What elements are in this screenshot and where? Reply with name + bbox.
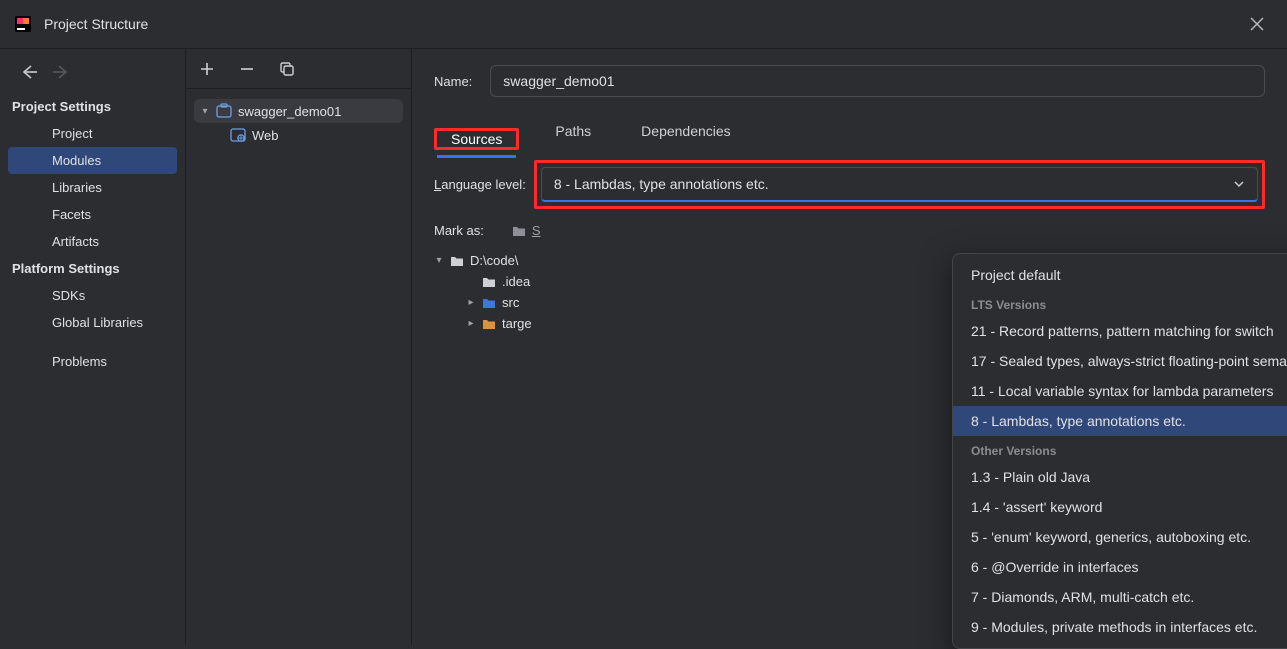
main-panel: Name: Sources Paths Dependencies Languag… [412,49,1287,645]
module-tabs: Sources Paths Dependencies [434,115,1265,150]
chevron-right-icon[interactable]: ▸ [466,297,476,308]
sidebar-group-platform-settings: Platform Settings [0,255,185,282]
folder-icon [512,225,526,237]
tab-dependencies[interactable]: Dependencies [627,115,745,150]
tree-module-root[interactable]: ▾ swagger_demo01 [194,99,403,123]
tree-root-label: D:\code\ [470,253,518,268]
sidebar-group-project-settings: Project Settings [0,93,185,120]
tree-folder-label: .idea [502,274,530,289]
chevron-right-icon[interactable]: ▸ [466,318,476,329]
sidebar-item-libraries[interactable]: Libraries [8,174,177,201]
popup-item[interactable]: 5 - 'enum' keyword, generics, autoboxing… [953,522,1287,552]
sidebar-item-problems[interactable]: Problems [8,348,177,375]
tree-item-web[interactable]: Web [224,123,403,147]
sidebar-item-global-libraries[interactable]: Global Libraries [8,309,177,336]
mark-as-label: Mark as: [434,223,484,238]
popup-group-header: Other Versions [953,436,1287,462]
popup-item[interactable]: 17 - Sealed types, always-strict floatin… [953,346,1287,376]
module-name-input[interactable] [490,65,1265,97]
tab-paths[interactable]: Paths [541,115,605,150]
language-level-label: Language level: [434,177,526,192]
popup-item[interactable]: 6 - @Override in interfaces [953,552,1287,582]
popup-item[interactable]: 7 - Diamonds, ARM, multi-catch etc. [953,582,1287,612]
chevron-down-icon [1233,178,1245,190]
language-level-dropdown[interactable]: 8 - Lambdas, type annotations etc. [541,167,1258,202]
name-label: Name: [434,74,472,89]
popup-item-default[interactable]: Project default [953,260,1287,290]
sidebar-item-facets[interactable]: Facets [8,201,177,228]
sidebar-item-modules[interactable]: Modules [8,147,177,174]
tree-folder-label: src [502,295,519,310]
popup-item-selected[interactable]: 8 - Lambdas, type annotations etc. [953,406,1287,436]
mark-as-partial-label: S [532,223,541,238]
dropdown-selected-value: 8 - Lambdas, type annotations etc. [554,176,769,192]
app-icon [14,15,32,33]
sidebar-item-artifacts[interactable]: Artifacts [8,228,177,255]
tree-folder-label: targe [502,316,532,331]
forward-icon[interactable] [52,65,70,79]
chevron-down-icon[interactable]: ▾ [200,106,210,117]
module-icon [216,103,232,119]
module-tree-panel: ▾ swagger_demo01 Web [186,49,412,645]
folder-icon [450,255,464,267]
tree-item-label: Web [252,128,279,143]
mark-as-option[interactable]: S [512,223,541,238]
popup-group-header: LTS Versions [953,290,1287,316]
chevron-down-icon[interactable]: ▾ [434,255,444,266]
tree-toolbar [186,49,411,89]
left-sidebar: Project Settings Project Modules Librari… [0,49,186,645]
folder-icon [482,318,496,330]
copy-icon[interactable] [280,62,294,76]
sidebar-item-sdks[interactable]: SDKs [8,282,177,309]
folder-icon [482,276,496,288]
popup-item[interactable]: 21 - Record patterns, pattern matching f… [953,316,1287,346]
remove-icon[interactable] [240,62,254,76]
mark-as-row: Mark as: S [434,223,1265,238]
tab-sources[interactable]: Sources [437,123,516,158]
tree-module-label: swagger_demo01 [238,104,341,119]
back-icon[interactable] [20,65,38,79]
nav-history [0,57,185,93]
popup-item[interactable]: 1.3 - Plain old Java [953,462,1287,492]
web-icon [230,127,246,143]
popup-item[interactable]: 11 - Local variable syntax for lambda pa… [953,376,1287,406]
titlebar: Project Structure [0,0,1287,48]
popup-item[interactable]: 9 - Modules, private methods in interfac… [953,612,1287,642]
add-icon[interactable] [200,62,214,76]
close-icon[interactable] [1241,8,1273,40]
sidebar-item-project[interactable]: Project [8,120,177,147]
window-title: Project Structure [44,16,148,32]
folder-icon [482,297,496,309]
language-level-popup: Project default LTS Versions 21 - Record… [952,253,1287,649]
popup-item[interactable]: 1.4 - 'assert' keyword [953,492,1287,522]
